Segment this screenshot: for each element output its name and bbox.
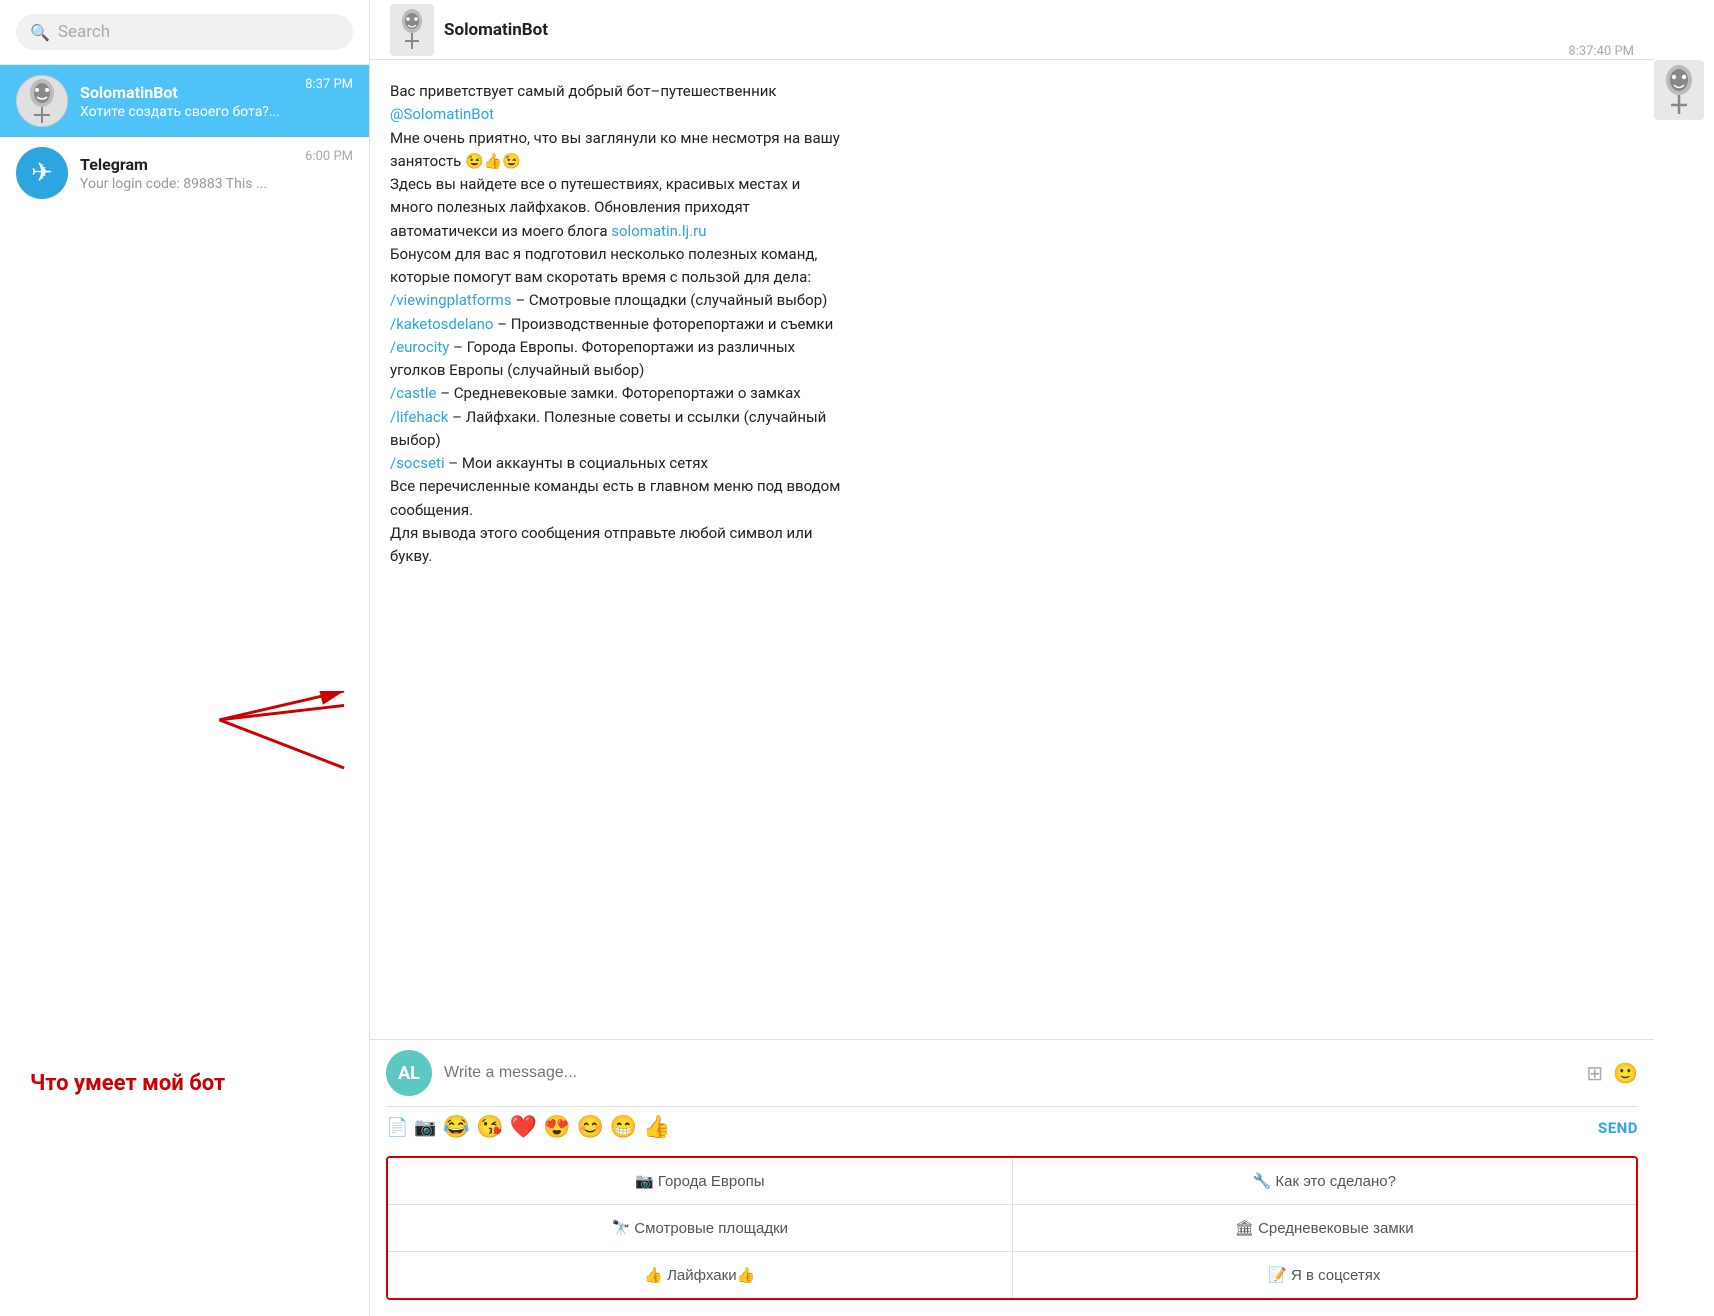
- msg-line1: Вас приветствует самый добрый бот–путеше…: [390, 82, 777, 100]
- input-area: AL ⊞ 🙂 📄 📷 😂 😘 ❤️ 😍 😊 😁 👍 SEND: [370, 1039, 1654, 1316]
- msg-line3b: много полезных лайфхаков. Обновления при…: [390, 198, 750, 216]
- emoji-row: 📄 📷 😂 😘 ❤️ 😍 😊 😁 👍 SEND: [370, 1107, 1654, 1148]
- input-row: AL ⊞ 🙂: [370, 1040, 1654, 1106]
- msg-line3: Здесь вы найдете все о путешествиях, кра…: [390, 175, 800, 193]
- chat-time-telegram: 6:00 PM: [305, 149, 353, 164]
- emoji-laugh[interactable]: 😂: [443, 1115, 470, 1140]
- annotation-arrows: [0, 691, 369, 1316]
- msg-footer1: Все перечисленные команды есть в главном…: [390, 477, 840, 495]
- msg-line2b: занятость 😉👍😉: [390, 152, 521, 170]
- msg-footer2b: букву.: [390, 547, 432, 565]
- keyboard-grid: 📷 Города Европы 🔧 Как это сделано? 🔭 Смо…: [386, 1156, 1638, 1300]
- chat-preview-solomatin: Хотите создать своего бота?...: [80, 104, 293, 120]
- cmd1-link[interactable]: /viewingplatforms: [390, 291, 512, 309]
- message-input[interactable]: [444, 1064, 1574, 1082]
- cmd3-desc: – Города Европы. Фоторепортажи из различ…: [453, 338, 795, 356]
- chat-item-solomatin[interactable]: SolomatinBot Хотите создать своего бота?…: [0, 65, 369, 137]
- keyboard-btn-0[interactable]: 📷 Города Европы: [388, 1158, 1012, 1204]
- avatar-telegram: ✈: [16, 147, 68, 199]
- chat-info-solomatin: SolomatinBot Хотите создать своего бота?…: [80, 83, 293, 120]
- cmd2-link[interactable]: /kaketosdelano: [390, 315, 493, 333]
- cmd5-desc2: выбор): [390, 431, 441, 449]
- cmd6-desc: – Мои аккаунты в социальных сетях: [448, 454, 708, 472]
- msg-line4: Бонусом для вас я подготовил несколько п…: [390, 245, 817, 263]
- sidebar: 🔍 Search SolomatinBot Хотите создать сво: [0, 0, 370, 1316]
- msg-line2: Мне очень приятно, что вы заглянули ко м…: [390, 129, 840, 147]
- search-icon: 🔍: [30, 23, 50, 42]
- chat-header: SolomatinBot 8:37:40 PM: [370, 0, 1654, 60]
- chat-name-solomatin: SolomatinBot: [80, 83, 293, 102]
- chat-time-solomatin: 8:37 PM: [305, 77, 353, 92]
- chat-list: SolomatinBot Хотите создать своего бота?…: [0, 65, 369, 691]
- chat-main: SolomatinBot 8:37:40 PM Вас приветствует…: [370, 0, 1654, 1316]
- send-button[interactable]: SEND: [1598, 1119, 1638, 1137]
- header-bot-avatar: [390, 4, 434, 56]
- cmd2-desc: – Производственные фоторепортажи и съемк…: [497, 315, 833, 333]
- cmd5-link[interactable]: /lifehack: [390, 408, 448, 426]
- avatar-solomatin: [16, 75, 68, 127]
- bot-image-right: [1654, 60, 1704, 120]
- cmd4-desc: – Средневековые замки. Фоторепортажи о з…: [440, 384, 801, 402]
- cmd3-desc2: уголков Европы (случайный выбор): [390, 361, 644, 379]
- msg-footer1b: сообщения.: [390, 501, 473, 519]
- emoji-kiss[interactable]: 😘: [476, 1115, 503, 1140]
- attach-photo-icon[interactable]: 📷: [414, 1117, 436, 1138]
- emoji-icon[interactable]: 🙂: [1613, 1061, 1638, 1085]
- keyboard-btn-3[interactable]: 🏛 Средневековые замки: [1013, 1205, 1637, 1251]
- chat-header-name: SolomatinBot: [444, 20, 548, 40]
- cmd5-desc: – Лайфхаки. Полезные советы и ссылки (сл…: [452, 408, 826, 426]
- chat-info-telegram: Telegram Your login code: 89883 This ...: [80, 155, 293, 192]
- user-avatar: AL: [386, 1050, 432, 1096]
- emoji-thumbsup[interactable]: 👍: [643, 1115, 670, 1140]
- messages-area: Вас приветствует самый добрый бот–путеше…: [370, 60, 1654, 1039]
- cmd1-desc: – Смотровые площадки (случайный выбор): [515, 291, 827, 309]
- search-placeholder: Search: [58, 22, 110, 42]
- search-input-wrapper[interactable]: 🔍 Search: [16, 14, 353, 50]
- chat-name-telegram: Telegram: [80, 155, 293, 174]
- emoji-heart[interactable]: ❤️: [510, 1115, 537, 1140]
- keyboard-toggle-icon[interactable]: ⊞: [1586, 1061, 1603, 1085]
- bot-avatar-right: [1654, 0, 1714, 1316]
- message-row-main: Вас приветствует самый добрый бот–путеше…: [390, 80, 1634, 568]
- keyboard-btn-1[interactable]: 🔧 Как это сделано?: [1013, 1158, 1637, 1204]
- msg-footer2: Для вывода этого сообщения отправьте люб…: [390, 524, 813, 542]
- emoji-heart-eyes[interactable]: 😍: [543, 1115, 570, 1140]
- cmd4-link[interactable]: /castle: [390, 384, 436, 402]
- chat-preview-telegram: Your login code: 89883 This ...: [80, 176, 293, 192]
- chat-item-telegram[interactable]: ✈ Telegram Your login code: 89883 This .…: [0, 137, 369, 209]
- emoji-smile[interactable]: 😊: [576, 1115, 603, 1140]
- annotation-label: Что умеет мой бот: [30, 1071, 225, 1096]
- msg-link-handle[interactable]: @SolomatinBot: [390, 105, 494, 123]
- msg-line4b: которые помогут вам скоротать время с по…: [390, 268, 811, 286]
- keyboard-btn-4[interactable]: 👍 Лайфхаки👍: [388, 1252, 1012, 1298]
- keyboard-btn-2[interactable]: 🔭 Смотровые площадки: [388, 1205, 1012, 1251]
- cmd3-link[interactable]: /eurocity: [390, 338, 449, 356]
- main-area: SolomatinBot 8:37:40 PM Вас приветствует…: [370, 0, 1714, 1316]
- cmd6-link[interactable]: /socseti: [390, 454, 445, 472]
- message-text-main: Вас приветствует самый добрый бот–путеше…: [390, 80, 840, 568]
- msg-link-blog[interactable]: solomatin.lj.ru: [611, 222, 706, 240]
- msg-line3c: автоматичекси из моего блога: [390, 222, 608, 240]
- emoji-grin[interactable]: 😁: [610, 1115, 637, 1140]
- chat-header-time: 8:37:40 PM: [1568, 44, 1634, 59]
- input-icons: ⊞ 🙂: [1586, 1061, 1638, 1085]
- chat-header-info: SolomatinBot: [444, 20, 548, 40]
- search-bar: 🔍 Search: [0, 0, 369, 65]
- attach-file-icon[interactable]: 📄: [386, 1117, 408, 1138]
- keyboard-btn-5[interactable]: 📝 Я в соцсетях: [1013, 1252, 1637, 1298]
